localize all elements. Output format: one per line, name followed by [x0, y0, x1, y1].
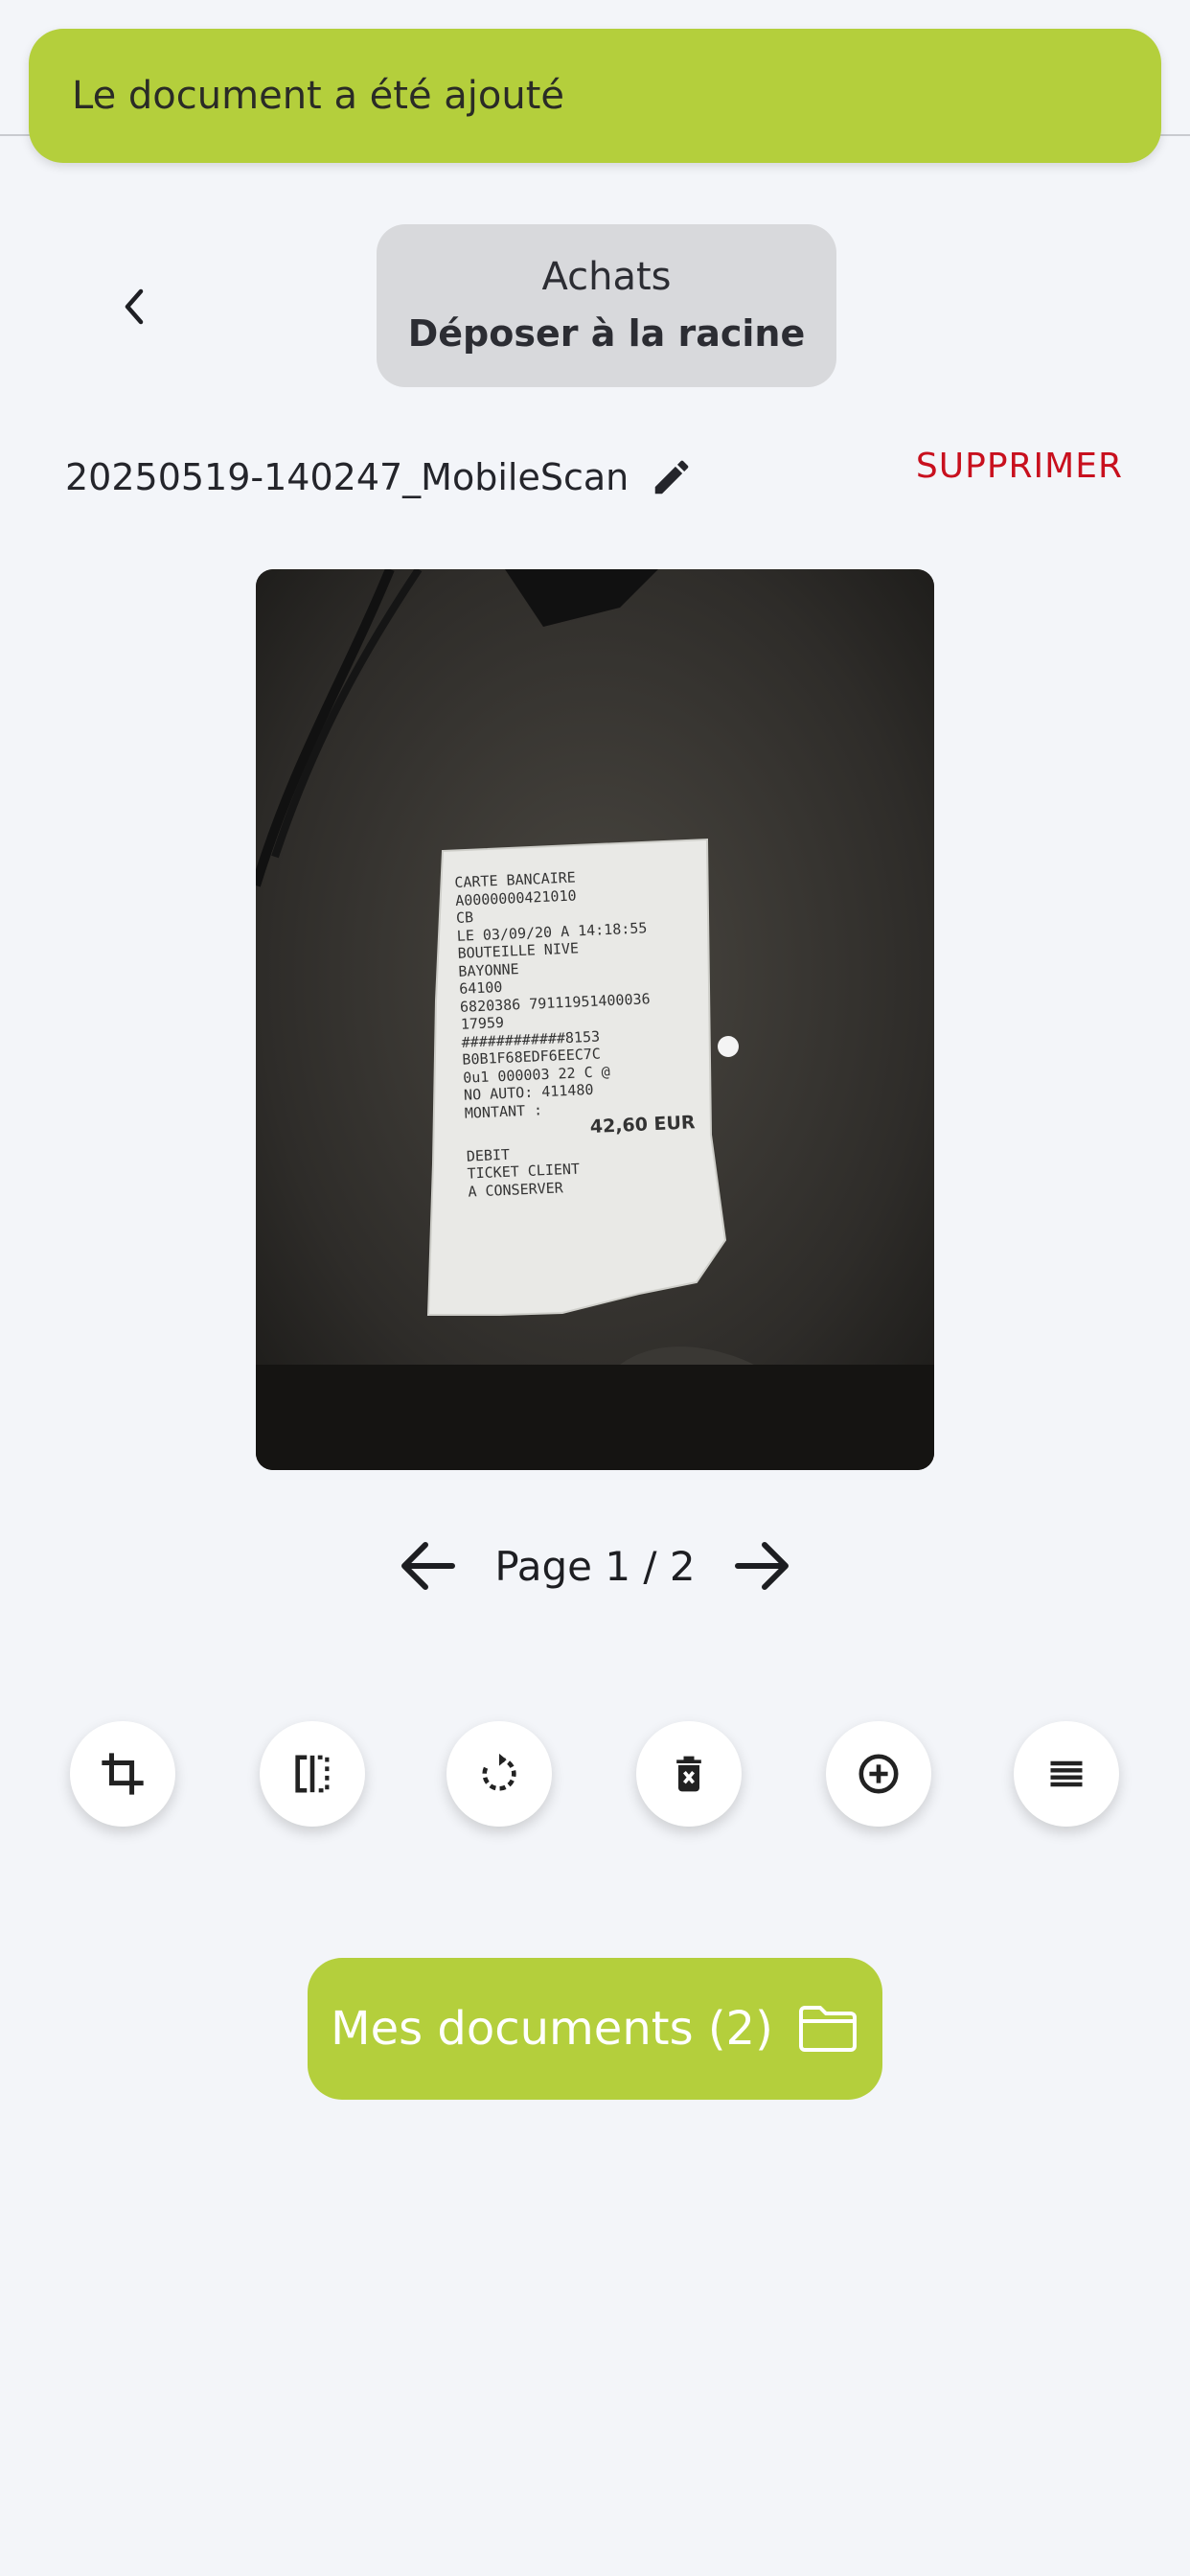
document-preview[interactable]: CARTE BANCAIRE A0000000421010 CB LE 03/09/2…: [256, 569, 934, 1470]
page-navigation: Page 1 / 2: [0, 1528, 1190, 1604]
folder-action: Déposer à la racine: [407, 312, 806, 355]
split-icon: [295, 1755, 330, 1793]
next-page-button[interactable]: [730, 1532, 797, 1599]
edit-filename-button[interactable]: [648, 453, 696, 501]
my-documents-label: Mes documents (2): [331, 2002, 773, 2056]
delete-document-button[interactable]: SUPPRIMER: [916, 447, 1123, 486]
crop-button[interactable]: [70, 1721, 175, 1827]
folder-icon: [796, 2003, 859, 2055]
file-name: 20250519-140247_MobileScan: [65, 456, 629, 498]
arrow-left-icon: [401, 1542, 456, 1590]
crop-icon: [102, 1753, 144, 1795]
arrow-right-icon: [734, 1542, 789, 1590]
toast-message: Le document a été ajouté: [72, 74, 565, 118]
receipt-text: CARTE BANCAIRE A0000000421010 CB LE 03/09/2…: [454, 862, 727, 1200]
pencil-icon: [654, 460, 689, 494]
page-indicator: Page 1 / 2: [494, 1542, 696, 1590]
folder-name: Achats: [541, 255, 672, 299]
chevron-left-icon: [125, 288, 144, 325]
rotate-button[interactable]: [446, 1721, 552, 1827]
reorder-pages-button[interactable]: [1014, 1721, 1119, 1827]
destination-folder-button[interactable]: Achats Déposer à la racine: [377, 224, 836, 387]
add-page-icon: [858, 1754, 899, 1794]
add-page-button[interactable]: [826, 1721, 931, 1827]
filename-row: 20250519-140247_MobileScan: [65, 446, 696, 509]
my-documents-button[interactable]: Mes documents (2): [308, 1958, 882, 2100]
rotate-icon: [482, 1753, 516, 1791]
success-toast: Le document a été ajouté: [29, 29, 1161, 163]
delete-page-button[interactable]: [636, 1721, 742, 1827]
reorder-icon: [1050, 1760, 1083, 1787]
previous-page-button[interactable]: [393, 1532, 460, 1599]
back-button[interactable]: [105, 278, 163, 335]
delete-page-icon: [676, 1756, 701, 1792]
split-button[interactable]: [260, 1721, 365, 1827]
